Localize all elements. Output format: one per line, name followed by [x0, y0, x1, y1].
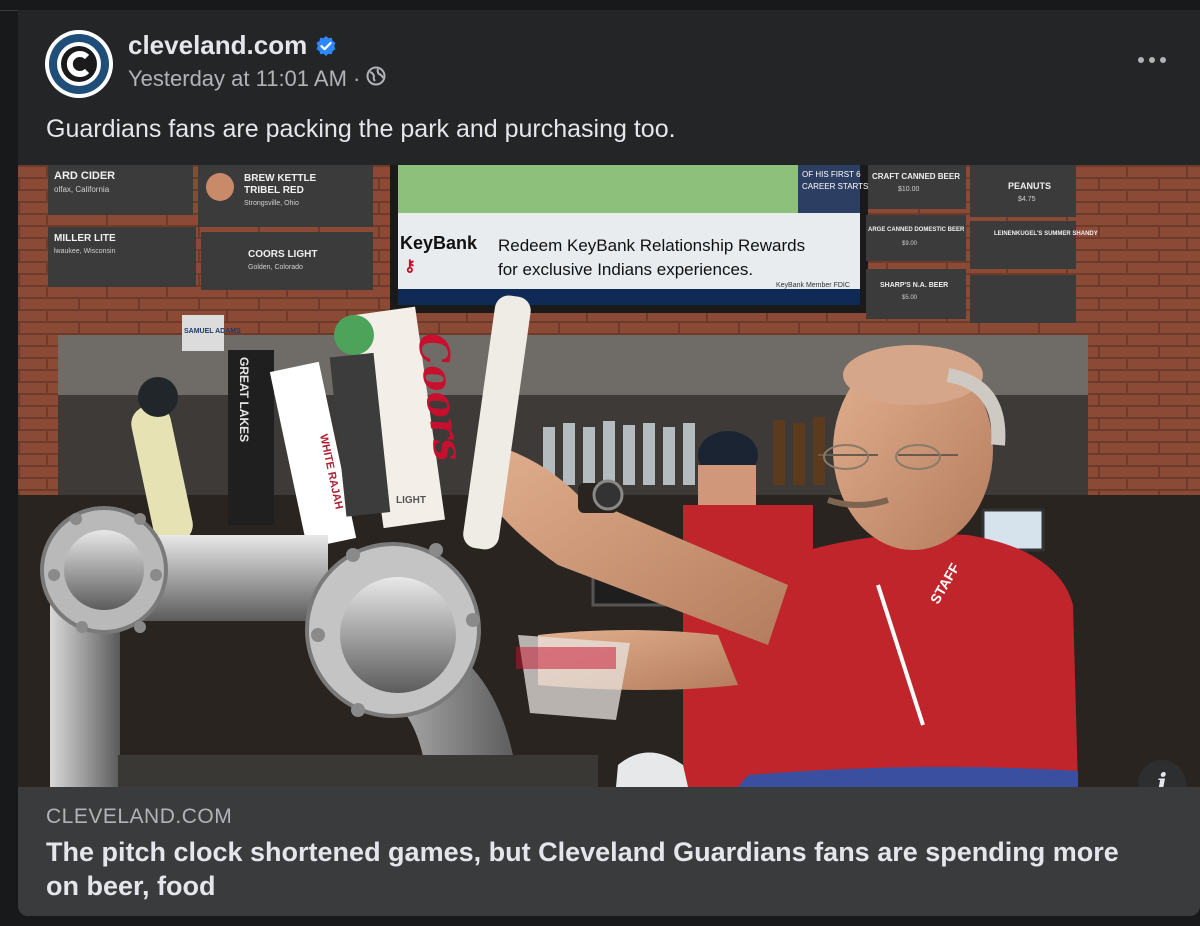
- sign-sharps: SHARP'S N.A. BEER: [880, 282, 948, 289]
- page-avatar[interactable]: [45, 30, 113, 98]
- sign-large-canned: ARGE CANNED DOMESTIC BEER: [868, 227, 965, 233]
- tv-line2: for exclusive Indians experiences.: [498, 260, 753, 279]
- sign-brew-sub: Strongsville, Ohio: [244, 200, 299, 207]
- link-domain: CLEVELAND.COM: [46, 805, 233, 828]
- sign-leinenkugels: LEINENKUGEL'S SUMMER SHANDY: [994, 231, 1098, 237]
- post-card: cleveland.com Yesterday at 11:01 AM · Gu…: [18, 10, 1200, 916]
- tv-line1: Redeem KeyBank Relationship Rewards: [498, 236, 805, 255]
- sign-brew-kettle: BREW KETTLE: [244, 173, 317, 184]
- page-name-link[interactable]: cleveland.com: [128, 30, 337, 61]
- sign-miller-sub: lwaukee, Wisconsin: [54, 248, 116, 255]
- link-preview[interactable]: CLEVELAND.COM The pitch clock shortened …: [18, 787, 1200, 916]
- sign-coors-light: COORS LIGHT: [248, 249, 317, 260]
- tap-great-lakes: GREAT LAKES: [237, 357, 251, 442]
- bartender-photo: ARD CIDER olfax, California BREW KETTLE …: [18, 165, 1200, 787]
- sign-miller-lite: MILLER LITE: [54, 233, 116, 244]
- sign-craft-canned: CRAFT CANNED BEER: [872, 172, 960, 181]
- sign-ard-cider: ARD CIDER: [54, 170, 115, 182]
- post-photo[interactable]: ARD CIDER olfax, California BREW KETTLE …: [18, 165, 1200, 787]
- sign-craft-price: $10.00: [898, 186, 920, 193]
- sign-ard-cider-sub: olfax, California: [54, 185, 110, 194]
- tap-samuel-adams: SAMUEL ADAMS: [184, 328, 241, 335]
- post-caption: Guardians fans are packing the park and …: [46, 115, 676, 143]
- post-timestamp[interactable]: Yesterday at 11:01 AM: [128, 66, 347, 92]
- link-title[interactable]: The pitch clock shortened games, but Cle…: [46, 835, 1146, 903]
- page-name[interactable]: cleveland.com: [128, 30, 307, 61]
- more-options-icon: [1138, 57, 1166, 63]
- cleveland-logo-icon: [46, 31, 112, 97]
- sign-sharps-price: $5.00: [902, 295, 918, 301]
- globe-icon[interactable]: [366, 66, 386, 92]
- svg-text:⚷: ⚷: [404, 258, 416, 275]
- more-options-button[interactable]: [1132, 48, 1172, 72]
- tv-keybank-logo: KeyBank: [400, 233, 478, 253]
- sign-coors-sub: Golden, Colorado: [248, 264, 303, 271]
- tv-career-line1: OF HIS FIRST 6: [802, 170, 861, 179]
- meta-separator: ·: [352, 66, 361, 91]
- sign-tribel-red: TRIBEL RED: [244, 185, 304, 196]
- tv-member: KeyBank Member FDIC: [776, 282, 850, 289]
- verified-badge-icon: [315, 35, 337, 57]
- tap-coors-light: LIGHT: [396, 495, 426, 506]
- tv-career-line2: CAREER STARTS: [802, 182, 868, 191]
- post-meta: Yesterday at 11:01 AM ·: [128, 66, 386, 92]
- sign-peanuts: PEANUTS: [1008, 181, 1051, 191]
- sign-peanuts-price: $4.75: [1018, 196, 1036, 203]
- sign-large-price: $9.00: [902, 241, 918, 247]
